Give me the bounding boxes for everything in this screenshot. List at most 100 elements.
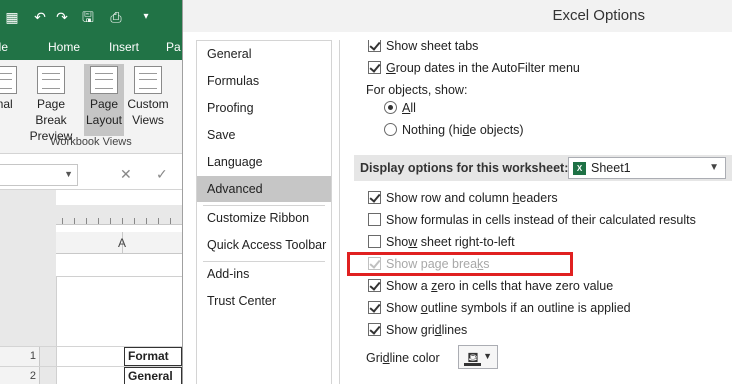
nav-item-general[interactable]: General [197, 41, 331, 67]
chevron-down-icon[interactable]: ▼ [709, 162, 719, 173]
outline-label-key: o [420, 301, 428, 315]
show-formulas-checkbox[interactable] [368, 213, 381, 227]
confirm-entry-icon[interactable]: ✓ [156, 166, 168, 183]
gridline-color-button[interactable]: ⛾ ▼ [458, 345, 498, 369]
show-formulas-label: Show formulas in cells instead of their … [386, 213, 696, 227]
group-dates-option[interactable]: Group dates in the AutoFilter menu [368, 59, 580, 77]
worksheet-section-header: Display options for this worksheet: X Sh… [354, 155, 732, 181]
custom-views-button[interactable]: Custom Views [126, 64, 170, 136]
save-icon[interactable]: 🖫 [78, 7, 98, 27]
objects-nothing-radio[interactable] [384, 123, 397, 137]
worksheet-select-value: Sheet1 [591, 161, 631, 175]
show-row-column-headers-option[interactable]: Show row and column headers [368, 189, 558, 207]
ruler-tick [170, 218, 171, 224]
options-nav: General Formulas Proofing Save Language … [196, 40, 332, 384]
show-formulas-option[interactable]: Show formulas in cells instead of their … [368, 211, 696, 229]
outline-label: utline symbols if an outline is applied [427, 301, 631, 315]
horizontal-ruler [56, 205, 182, 225]
name-box-arrow-icon[interactable]: ▼ [64, 169, 73, 179]
page-layout-label-2: Layout [85, 113, 123, 127]
gridline-color-label: Gridline color [366, 349, 440, 367]
highlight-annotation [347, 252, 573, 276]
dialog-title: Excel Options [552, 7, 645, 24]
nav-item-customize-ribbon[interactable]: Customize Ribbon [197, 205, 331, 231]
nav-item-save[interactable]: Save [197, 122, 331, 148]
cancel-entry-icon[interactable]: ✕ [120, 166, 132, 183]
ruler-tick [134, 218, 135, 224]
redo-icon[interactable]: ↷ [52, 7, 72, 27]
dialog-titlebar[interactable]: Excel Options [183, 0, 732, 32]
ruler-tick [86, 218, 87, 224]
ruler-tick [122, 218, 123, 224]
normal-view-label: mal [0, 97, 13, 111]
nav-item-proofing[interactable]: Proofing [197, 95, 331, 121]
show-headers-checkbox[interactable] [368, 191, 381, 205]
show-right-to-left-option[interactable]: Show sheet right-to-left [368, 233, 515, 251]
nav-item-quick-access-toolbar[interactable]: Quick Access Toolbar [197, 232, 331, 258]
formula-bar: ▼ ✕ ✓ [0, 160, 182, 190]
cell-format[interactable]: Format [124, 347, 182, 366]
page-break-preview-label-1: Page Break [35, 97, 67, 127]
show-zero-option[interactable]: Show a zero in cells that have zero valu… [368, 277, 613, 295]
custom-views-label-2: Views [132, 113, 164, 127]
name-box[interactable]: ▼ [0, 164, 78, 186]
show-gridlines-option[interactable]: Show gridlines [368, 321, 467, 339]
print-preview-icon[interactable]: ⎙ [106, 7, 126, 27]
color-swatch [464, 363, 481, 366]
ruler-tick [62, 218, 63, 224]
page-layout-icon [90, 66, 118, 94]
nav-item-formulas[interactable]: Formulas [197, 68, 331, 94]
gridline-color-label-post: line color [389, 351, 440, 365]
ruler-tick [98, 218, 99, 224]
customize-qat-icon[interactable]: ▾ [136, 7, 156, 27]
excel-logo-icon: ▦ [5, 9, 19, 25]
cell-general[interactable]: General [124, 367, 182, 384]
objects-all-label: ll [410, 101, 416, 115]
right-to-left-label: sheet right-to-left [417, 235, 515, 249]
row-number-2[interactable]: 2 [0, 370, 36, 382]
objects-all-option[interactable]: All [384, 99, 416, 117]
nav-item-advanced[interactable]: Advanced [197, 176, 331, 202]
row-number-1[interactable]: 1 [0, 350, 36, 362]
show-right-to-left-checkbox[interactable] [368, 235, 381, 249]
ruler-tick [74, 218, 75, 224]
sheet-icon: X [573, 162, 586, 175]
objects-all-radio[interactable] [384, 101, 397, 115]
show-sheet-tabs-option[interactable]: Show sheet tabs [368, 40, 478, 55]
show-zero-checkbox[interactable] [368, 279, 381, 293]
chevron-down-icon[interactable]: ▼ [483, 351, 492, 361]
tab-page-layout[interactable]: Pa [166, 40, 181, 54]
custom-views-icon [134, 66, 162, 94]
outline-label-pre: Show [386, 301, 421, 315]
tab-home[interactable]: Home [48, 40, 80, 54]
nav-item-language[interactable]: Language [197, 149, 331, 175]
excel-window: ▦ ↶ ↷ 🖫 ⎙ ▾ ile Home Insert Pa mal Page … [0, 0, 182, 384]
ribbon: mal Page Break Preview Page Layout Custo… [0, 60, 182, 154]
show-outline-symbols-option[interactable]: Show outline symbols if an outline is ap… [368, 299, 631, 317]
nav-item-add-ins[interactable]: Add-ins [197, 261, 331, 287]
advanced-options-panel: Show sheet tabs Group dates in the AutoF… [339, 40, 732, 384]
gridlines-label-key: d [434, 323, 442, 337]
show-sheet-tabs-checkbox[interactable] [368, 40, 381, 53]
normal-view-button[interactable]: mal [0, 64, 20, 136]
page-break-preview-icon [37, 66, 65, 94]
page-break-preview-button[interactable]: Page Break Preview [20, 64, 82, 143]
ruler-tick [158, 218, 159, 224]
worksheet-section-label: Display options for this worksheet: [360, 161, 569, 175]
page-layout-button[interactable]: Page Layout [84, 64, 124, 136]
objects-nothing-option[interactable]: Nothing (hide objects) [384, 121, 524, 139]
show-outline-checkbox[interactable] [368, 301, 381, 315]
nav-item-trust-center[interactable]: Trust Center [197, 288, 331, 314]
gridline-color-label-key: d [382, 351, 390, 365]
excel-options-dialog: Excel Options General Formulas Proofing … [182, 0, 732, 384]
show-gridlines-checkbox[interactable] [368, 323, 381, 337]
tab-file[interactable]: ile [0, 40, 8, 54]
tab-insert[interactable]: Insert [109, 40, 139, 54]
column-header-a[interactable]: A [68, 236, 126, 250]
worksheet-select[interactable]: X Sheet1 ▼ [568, 157, 726, 179]
ruler-tick [110, 218, 111, 224]
undo-icon[interactable]: ↶ [30, 7, 50, 27]
group-dates-checkbox[interactable] [368, 61, 381, 75]
page-layout-label-1: Page [89, 97, 119, 111]
right-to-left-label-key: w [408, 235, 418, 249]
